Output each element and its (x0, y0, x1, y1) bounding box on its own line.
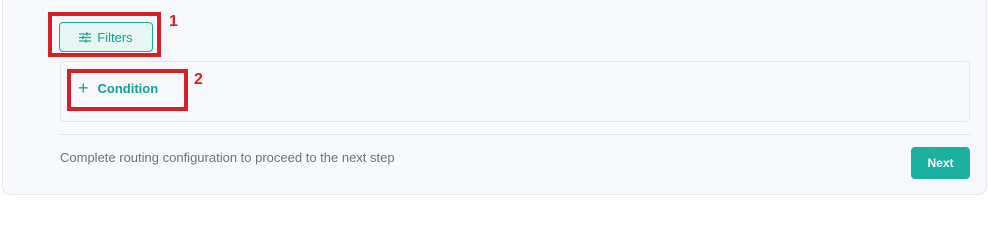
annotation-label-2: 2 (194, 71, 203, 88)
filters-button[interactable]: Filters (59, 22, 153, 52)
page: Filters + Condition Complete routing con… (0, 0, 988, 251)
helper-text: Complete routing configuration to procee… (60, 150, 395, 165)
divider (60, 134, 970, 135)
add-condition-button[interactable]: + Condition (78, 78, 158, 98)
add-condition-label: Condition (97, 80, 159, 96)
filters-label: Filters (97, 29, 133, 45)
plus-icon: + (78, 78, 89, 98)
sliders-icon (79, 31, 92, 43)
next-button[interactable]: Next (911, 147, 970, 179)
annotation-label-1: 1 (169, 13, 178, 30)
